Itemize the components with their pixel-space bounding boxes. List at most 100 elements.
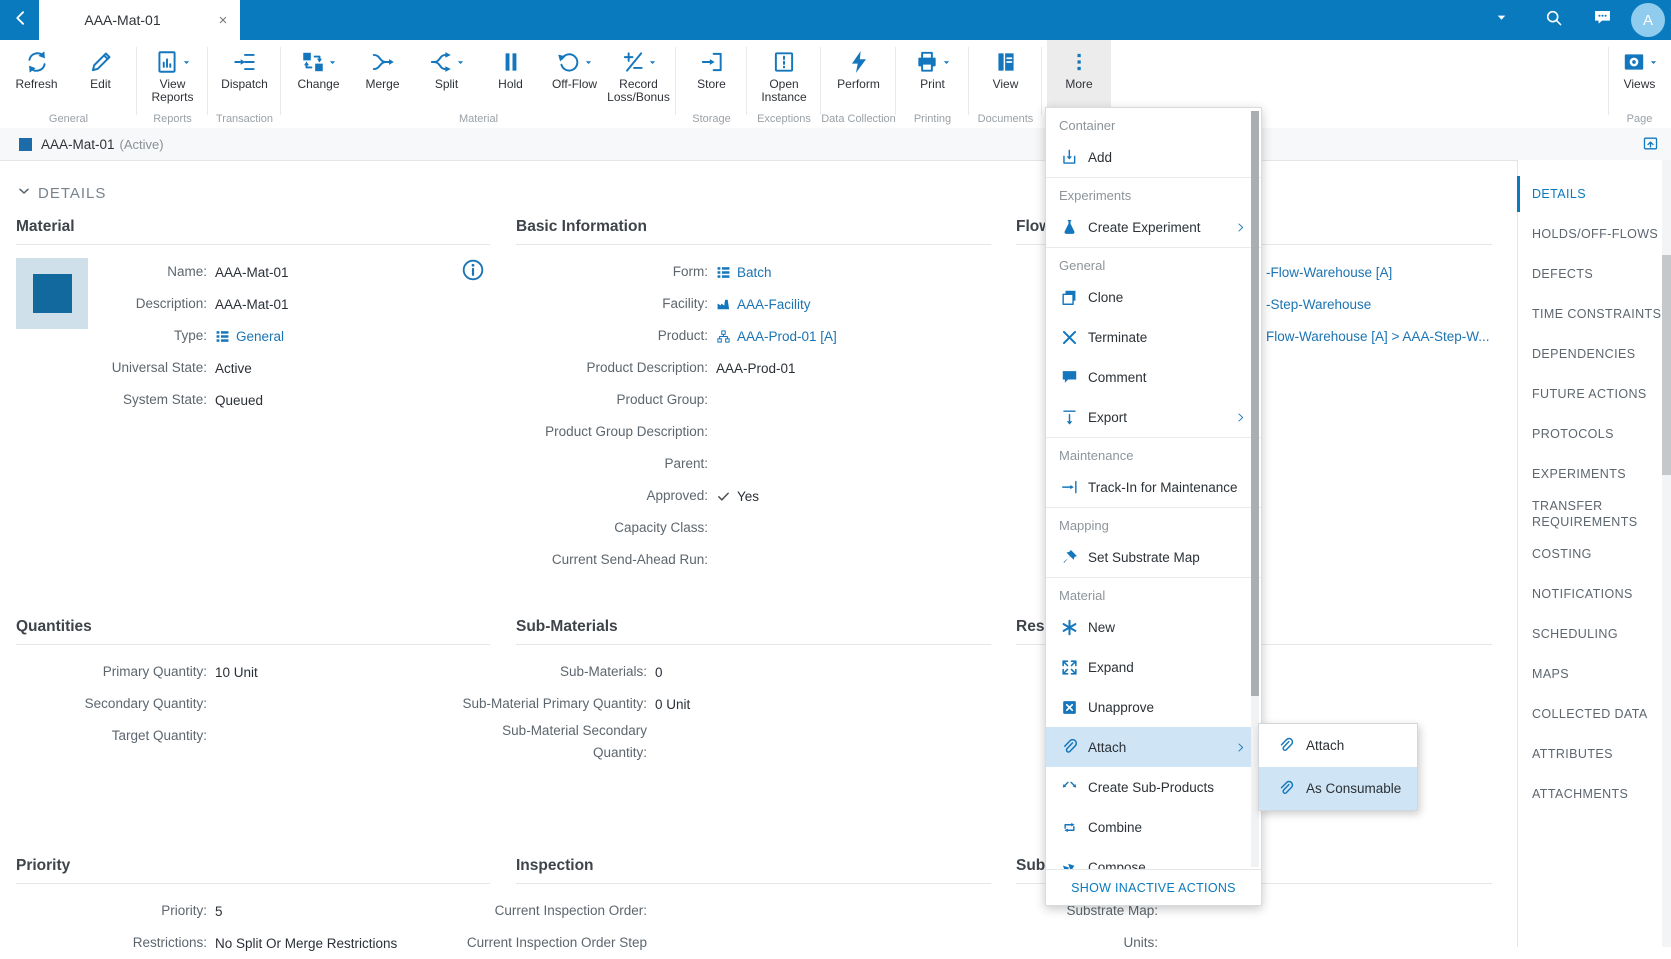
sidebar-item-attributes[interactable]: ATTRIBUTES: [1518, 734, 1663, 774]
ribbon-group-documents: ViewDocuments: [969, 40, 1042, 128]
submenu-item-attach[interactable]: Attach: [1259, 724, 1417, 767]
tab-material[interactable]: AAA-Mat-01 ×: [39, 0, 240, 40]
field-value[interactable]: Batch: [716, 265, 772, 280]
field-label: Product Group Description:: [516, 421, 708, 443]
submenu-item-label: As Consumable: [1306, 781, 1401, 796]
info-icon[interactable]: [460, 257, 486, 288]
ribbon-button-view-reports[interactable]: View Reports: [141, 40, 205, 114]
ribbon-button-off-flow[interactable]: Off-Flow: [543, 40, 607, 114]
ribbon-button-perform[interactable]: Perform: [827, 40, 891, 114]
menu-section-general: GeneralCloneTerminateCommentExport: [1046, 248, 1261, 438]
menu-item-create-experiment[interactable]: Create Experiment: [1046, 207, 1261, 247]
menu-item-unapprove[interactable]: Unapprove: [1046, 687, 1261, 727]
menu-item-add[interactable]: Add: [1046, 137, 1261, 177]
menu-item-clone[interactable]: Clone: [1046, 277, 1261, 317]
flow-link[interactable]: -Flow-Warehouse [A]: [1266, 265, 1392, 280]
sidebar-item-notifications[interactable]: NOTIFICATIONS: [1518, 574, 1663, 614]
flow-link[interactable]: Flow-Warehouse [A] > AAA-Step-W...: [1266, 329, 1489, 344]
sidebar-item-future-actions[interactable]: FUTURE ACTIONS: [1518, 374, 1663, 414]
ribbon-button-label: Change: [297, 78, 339, 91]
ribbon-button-refresh[interactable]: Refresh: [5, 40, 69, 114]
ribbon-button-print[interactable]: Print: [901, 40, 965, 114]
menu-item-new[interactable]: New: [1046, 607, 1261, 647]
ribbon-button-record-loss-bonus[interactable]: Record Loss/Bonus: [607, 40, 671, 114]
sidebar-item-experiments[interactable]: EXPERIMENTS: [1518, 454, 1663, 494]
ribbon-button-dispatch[interactable]: Dispatch: [213, 40, 277, 114]
combine-icon: [1060, 818, 1079, 837]
sidebar-item-protocols[interactable]: PROTOCOLS: [1518, 414, 1663, 454]
menu-item-attach[interactable]: Attach: [1046, 727, 1261, 767]
entity-state: (Active): [120, 137, 164, 152]
chat-button[interactable]: [1585, 0, 1619, 40]
search-button[interactable]: [1536, 0, 1570, 40]
menu-item-comment[interactable]: Comment: [1046, 357, 1261, 397]
ribbon-group-label: Data Collection: [821, 113, 896, 125]
field-row: Current Send-Ahead Run:: [516, 544, 991, 576]
ribbon-button-label: Print: [920, 78, 945, 91]
back-button[interactable]: [6, 0, 36, 40]
details-collapse-header[interactable]: DETAILS: [16, 183, 106, 203]
flow-link[interactable]: -Step-Warehouse: [1266, 297, 1371, 312]
sidebar-item-collected-data[interactable]: COLLECTED DATA: [1518, 694, 1663, 734]
field-label: Target Quantity:: [16, 725, 207, 747]
menu-item-track-in-for-maintenance[interactable]: Track-In for Maintenance: [1046, 467, 1261, 507]
caret-down-icon: [1649, 58, 1658, 67]
change-icon: [300, 49, 326, 75]
ribbon-button-label: More: [1065, 78, 1092, 91]
ribbon-button-split[interactable]: Split: [415, 40, 479, 114]
menu-item-export[interactable]: Export: [1046, 397, 1261, 437]
sidebar-item-costing[interactable]: COSTING: [1518, 534, 1663, 574]
menu-item-expand[interactable]: Expand: [1046, 647, 1261, 687]
field-row: Priority:5: [16, 895, 490, 927]
new-icon: [1060, 618, 1079, 637]
sidebar-item-holds-off-flows[interactable]: HOLDS/OFF-FLOWS: [1518, 214, 1663, 254]
ribbon-button-change[interactable]: Change: [287, 40, 351, 114]
field-row: Approved:Yes: [516, 480, 991, 512]
field-value[interactable]: General: [215, 329, 284, 344]
ribbon-button-more[interactable]: More: [1047, 40, 1111, 114]
menu-item-set-substrate-map[interactable]: Set Substrate Map: [1046, 537, 1261, 577]
menu-scrollbar-thumb[interactable]: [1251, 111, 1259, 696]
field-value[interactable]: AAA-Prod-01 [A]: [716, 329, 837, 344]
menu-item-combine[interactable]: Combine: [1046, 807, 1261, 847]
field-value: 0: [655, 665, 663, 680]
ribbon-button-views[interactable]: Views: [1608, 40, 1671, 114]
sidebar-item-defects[interactable]: DEFECTS: [1518, 254, 1663, 294]
ribbon-button-edit[interactable]: Edit: [69, 40, 133, 114]
sidebar-item-transfer-requirements[interactable]: TRANSFER REQUIREMENTS: [1518, 494, 1663, 534]
close-icon[interactable]: ×: [206, 12, 240, 29]
field-row: Product Group Description:: [516, 416, 991, 448]
avatar[interactable]: A: [1631, 3, 1665, 37]
show-inactive-actions[interactable]: SHOW INACTIVE ACTIONS: [1046, 869, 1261, 905]
scrollbar-thumb[interactable]: [1662, 255, 1671, 475]
ribbon-button-view[interactable]: View: [974, 40, 1038, 114]
field-row: Current Inspection Order:: [457, 895, 991, 927]
ribbon-group-transaction: DispatchTransaction: [208, 40, 281, 128]
attach-icon: [1277, 780, 1295, 798]
menu-item-terminate[interactable]: Terminate: [1046, 317, 1261, 357]
topbar-caret-button[interactable]: [1484, 0, 1518, 40]
sidebar-item-time-constraints[interactable]: TIME CONSTRAINTS: [1518, 294, 1663, 334]
field-value[interactable]: AAA-Facility: [716, 297, 811, 312]
chevron-down-icon: [16, 183, 32, 199]
field-label: Sub-Material Primary Quantity:: [457, 693, 647, 715]
split-icon: [428, 49, 454, 75]
sidebar-item-attachments[interactable]: ATTACHMENTS: [1518, 774, 1663, 814]
menu-item-create-sub-products[interactable]: Create Sub-Products: [1046, 767, 1261, 807]
menu-item-label: New: [1088, 620, 1115, 635]
ribbon-button-store[interactable]: Store: [680, 40, 744, 114]
tab-title: AAA-Mat-01: [39, 12, 206, 28]
ribbon-button-hold[interactable]: Hold: [479, 40, 543, 114]
field-value: AAA-Mat-01: [215, 265, 289, 280]
sidebar-item-maps[interactable]: MAPS: [1518, 654, 1663, 694]
submenu-item-as-consumable[interactable]: As Consumable: [1259, 767, 1417, 810]
sidebar-item-scheduling[interactable]: SCHEDULING: [1518, 614, 1663, 654]
search-icon: [1544, 8, 1563, 32]
ribbon-button-open-instance[interactable]: Open Instance: [752, 40, 816, 114]
menu-item-label: Set Substrate Map: [1088, 550, 1200, 565]
ribbon-button-merge[interactable]: Merge: [351, 40, 415, 114]
sidebar-item-dependencies[interactable]: DEPENDENCIES: [1518, 334, 1663, 374]
sidebar-item-details[interactable]: DETAILS: [1518, 174, 1663, 214]
panel-expand-button[interactable]: [1642, 135, 1659, 157]
menu-section-container: ContainerAdd: [1046, 108, 1261, 178]
